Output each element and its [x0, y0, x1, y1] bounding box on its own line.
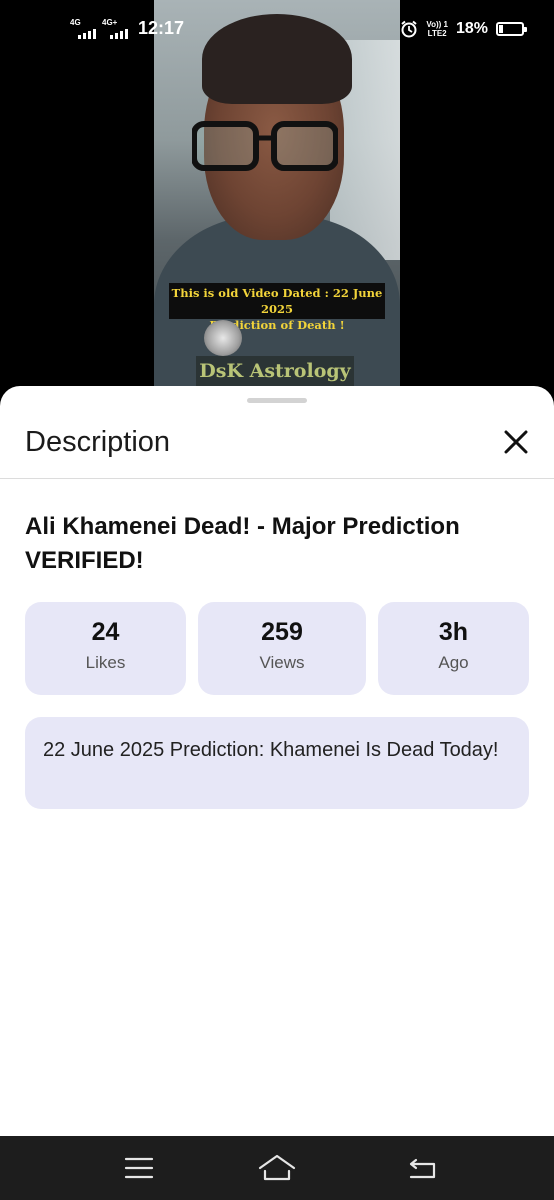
- status-bar-right: Vo)) 1 LTE2 18%: [400, 20, 527, 38]
- stat-card-likes: 24 Likes: [25, 602, 186, 695]
- alarm-icon: [401, 20, 417, 38]
- battery-icon: [496, 22, 527, 36]
- sheet-header: Description: [0, 408, 554, 479]
- video-title: Ali Khamenei Dead! - Major Prediction VE…: [25, 513, 460, 574]
- back-icon[interactable]: [402, 1150, 442, 1186]
- home-icon[interactable]: [257, 1150, 297, 1186]
- volte-line1: Vo)) 1: [426, 20, 448, 29]
- description-sheet: Description Ali Khamenei Dead! - Major P…: [0, 386, 554, 1136]
- video-player[interactable]: [154, 0, 400, 400]
- video-overlay-caption: This is old Video Dated : 22 June 2025 P…: [169, 283, 385, 332]
- age-value: 3h: [438, 618, 469, 646]
- clock-time: 12:17: [138, 18, 185, 38]
- volte-line2: LTE2: [427, 29, 447, 38]
- brand-logo-icon: [204, 320, 242, 356]
- system-nav-bar: [0, 1136, 554, 1200]
- network-type-2: 4G+: [102, 17, 118, 27]
- signal-icon: 4G: [70, 17, 96, 39]
- views-label: Views: [259, 653, 305, 672]
- status-bar-left: 4G 4G+ 12:17: [70, 18, 184, 39]
- battery-percent: 18%: [455, 20, 488, 37]
- menu-icon[interactable]: [119, 1150, 159, 1186]
- volte-indicator: Vo)) 1 LTE2: [426, 20, 448, 38]
- stat-card-views: 259 Views: [198, 602, 366, 695]
- status-bar: 4G 4G+ 12:17 Vo)) 1 LTE2 18%: [0, 0, 554, 60]
- battery-fill: [499, 25, 503, 33]
- likes-label: Likes: [85, 653, 126, 672]
- views-count: 259: [261, 618, 303, 646]
- video-brand-watermark: DsK Astrology: [196, 356, 354, 386]
- sheet-title: Description: [25, 426, 171, 458]
- app-screen: This is old Video Dated : 22 June 2025 P…: [0, 0, 554, 1200]
- stat-card-age: 3h Ago: [378, 602, 529, 695]
- description-text: 22 June 2025 Prediction: Khamenei Is Dea…: [25, 717, 529, 809]
- signal-icon-2: 4G+: [102, 17, 128, 39]
- close-icon[interactable]: [500, 426, 532, 458]
- network-type-1: 4G: [70, 17, 81, 27]
- age-label: Ago: [438, 653, 469, 672]
- video-overlay-line2: Prediction of Death !: [209, 318, 345, 332]
- video-person-glasses: [192, 121, 338, 171]
- video-overlay-line1: This is old Video Dated : 22 June 2025: [171, 286, 383, 316]
- sheet-drag-handle[interactable]: [247, 398, 307, 403]
- likes-count: 24: [91, 618, 120, 646]
